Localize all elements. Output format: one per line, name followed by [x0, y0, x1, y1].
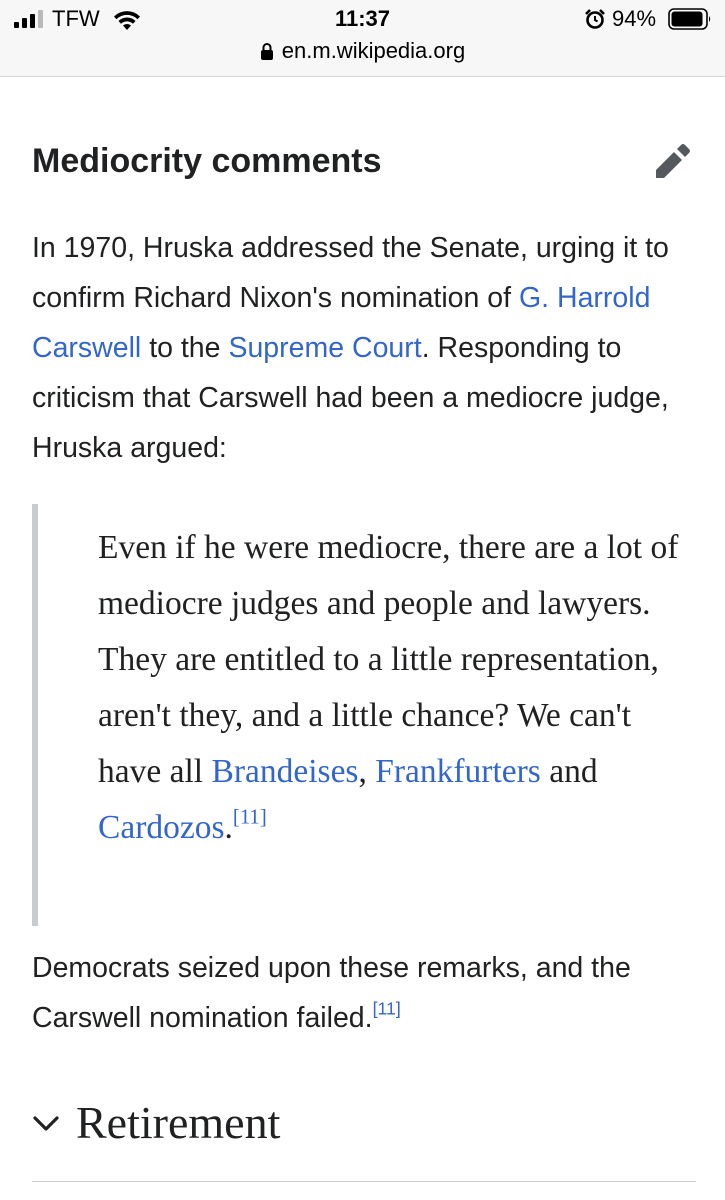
- quote-bar: [32, 504, 38, 926]
- pencil-icon[interactable]: [652, 142, 692, 182]
- outro-text: Democrats seized upon these remarks, and…: [32, 952, 631, 1034]
- section-title-retirement: Retirement: [76, 1097, 281, 1148]
- reference-link[interactable]: [11]: [233, 805, 267, 828]
- reference-link[interactable]: [11]: [373, 999, 401, 1019]
- quote-text: Even if he were mediocre, there are a lo…: [98, 520, 688, 856]
- quote-text-1: Even if he were mediocre, there are a lo…: [98, 529, 679, 790]
- blockquote: Even if he were mediocre, there are a lo…: [32, 504, 696, 926]
- status-bar: TFW 11:37 94%: [0, 0, 725, 38]
- address-bar[interactable]: en.m.wikipedia.org: [0, 38, 725, 68]
- battery-icon: [668, 8, 711, 30]
- intro-text-2: to the: [141, 332, 229, 364]
- section-heading: Mediocrity comments: [32, 142, 382, 180]
- chevron-down-icon: [33, 1116, 59, 1131]
- battery-percentage: 94%: [612, 6, 657, 31]
- outro-paragraph: Democrats seized upon these remarks, and…: [32, 943, 696, 1043]
- url-text: en.m.wikipedia.org: [281, 38, 466, 63]
- section-toggle-retirement[interactable]: Retirement: [32, 1096, 696, 1176]
- alarm-icon: [585, 9, 605, 29]
- link-brandeises[interactable]: Brandeises: [211, 753, 358, 790]
- link-cardozos[interactable]: Cardozos: [98, 809, 225, 846]
- quote-text-4: .: [224, 809, 233, 846]
- quote-text-3: and: [540, 753, 598, 790]
- section-divider: [32, 1181, 696, 1182]
- quote-text-2: ,: [358, 753, 376, 790]
- intro-paragraph: In 1970, Hruska addressed the Senate, ur…: [32, 223, 696, 473]
- link-supreme-court[interactable]: Supreme Court: [228, 332, 421, 364]
- link-frankfurters[interactable]: Frankfurters: [375, 753, 541, 790]
- lock-icon: [260, 43, 273, 60]
- browser-chrome: TFW 11:37 94% en.m.wikipedia.org: [0, 0, 725, 77]
